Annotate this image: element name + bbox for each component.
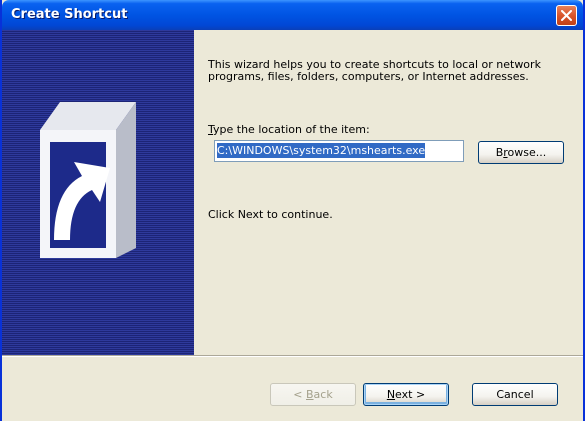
shortcut-arrow-icon: [40, 102, 136, 258]
location-input[interactable]: C:\WINDOWS\system32\mshearts.exe: [214, 140, 464, 162]
title-bar[interactable]: Create Shortcut: [2, 0, 583, 30]
close-button[interactable]: [556, 5, 577, 26]
dialog-client-area: This wizard helps you to create shortcut…: [2, 30, 583, 421]
close-icon: [561, 10, 572, 21]
wizard-content: This wizard helps you to create shortcut…: [194, 30, 583, 355]
continue-hint: Click Next to continue.: [208, 208, 333, 221]
back-label-post: ack: [313, 388, 333, 401]
next-label-post: ext >: [395, 388, 426, 401]
wizard-banner: [2, 30, 194, 355]
browse-label-post: owse...: [507, 146, 547, 159]
window-title: Create Shortcut: [11, 7, 128, 22]
back-button[interactable]: < Back: [270, 383, 356, 406]
create-shortcut-window: Create Shortcut This wizard helps you to…: [0, 0, 585, 421]
cancel-button[interactable]: Cancel: [472, 383, 558, 406]
back-label-pre: <: [293, 388, 306, 401]
back-label-accesskey: B: [306, 388, 314, 401]
next-button[interactable]: Next >: [363, 383, 449, 406]
location-label: Type the location of the item:: [208, 123, 370, 136]
footer-separator: [2, 355, 583, 357]
intro-text: This wizard helps you to create shortcut…: [208, 58, 541, 83]
next-label-accesskey: N: [386, 388, 396, 401]
location-label-text: ype the location of the item:: [213, 123, 370, 136]
location-input-value: C:\WINDOWS\system32\mshearts.exe: [217, 143, 426, 158]
browse-button[interactable]: Browse...: [478, 141, 564, 164]
